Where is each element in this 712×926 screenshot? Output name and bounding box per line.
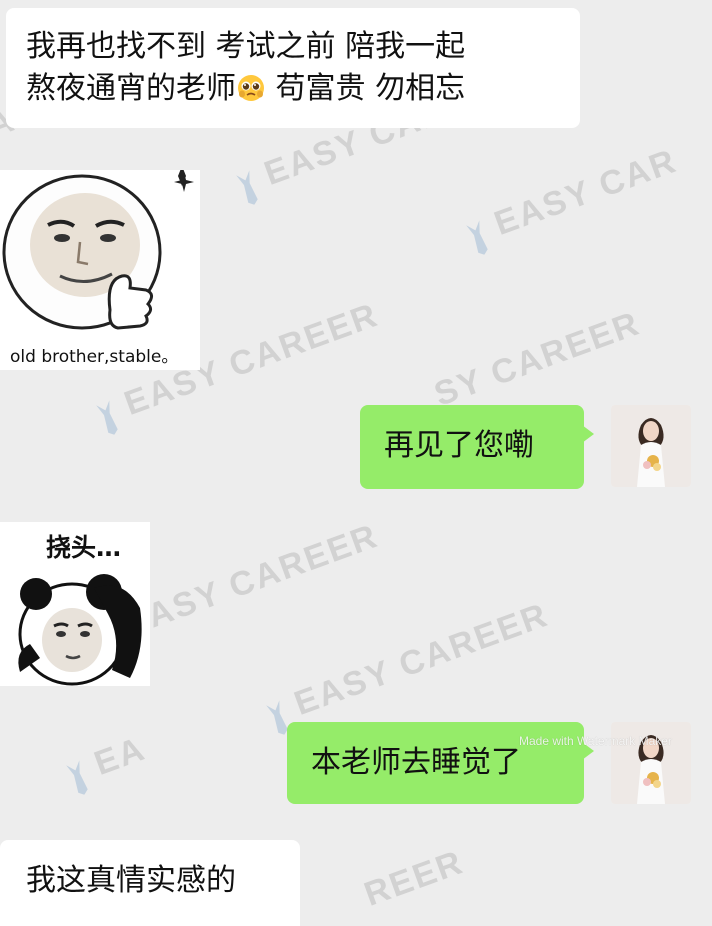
watermark: EASY CAREER xyxy=(260,596,555,739)
message-text: 熬夜通宵的老师 xyxy=(26,71,236,106)
smug-face-sticker-image xyxy=(0,170,200,370)
message-text: 我再也找不到 考试之前 陪我一起 xyxy=(26,29,466,64)
message-text: 我这真情实感的 xyxy=(26,863,236,898)
message-text: 再见了您嘞 xyxy=(384,428,534,463)
made-with-overlay: Made with Watermark Maker xyxy=(519,734,672,748)
message-bubble-right[interactable]: 再见了您嘞 xyxy=(360,405,594,489)
sticker-caption: 挠头… xyxy=(46,533,122,562)
watermark: SY CAREER xyxy=(429,304,646,414)
avatar[interactable] xyxy=(611,405,691,487)
watermark: EASY CAREER xyxy=(119,516,384,644)
watermark: REER xyxy=(359,843,469,914)
chat-window: EASY CAREER EASY CAREER EASY CAR EASY CA… xyxy=(0,0,712,926)
message-bubble-left[interactable]: 我再也找不到 考试之前 陪我一起 熬夜通宵的老师 苟富贵 勿相忘 xyxy=(6,8,580,128)
message-text: 苟富贵 勿相忘 xyxy=(266,71,466,106)
watermark: EASY CAR xyxy=(460,142,684,259)
sticker-message[interactable]: old brother,stable。 xyxy=(0,170,200,370)
sticker-message[interactable]: 挠头… xyxy=(0,522,150,686)
watermark: EA xyxy=(60,730,152,799)
message-text: 本老师去睡觉了 xyxy=(311,745,521,780)
message-bubble-left[interactable]: 我这真情实感的 xyxy=(0,840,300,926)
sticker-caption: old brother,stable。 xyxy=(10,347,179,367)
pleading-face-icon xyxy=(238,75,264,101)
